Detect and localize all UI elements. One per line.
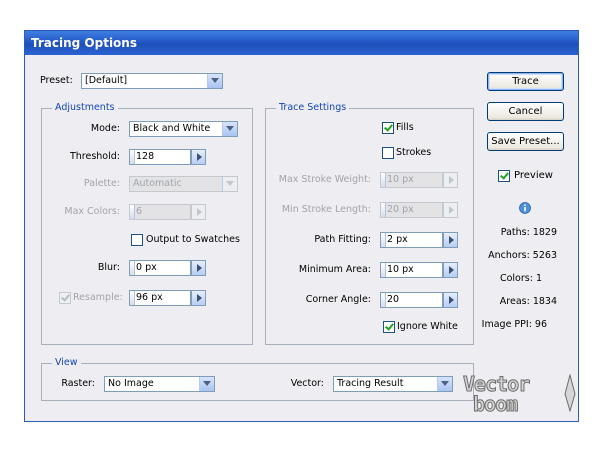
threshold-field[interactable]: 128 xyxy=(129,149,191,165)
max-colors-label: Max Colors: xyxy=(64,206,120,217)
resample-slider-arrow-icon[interactable] xyxy=(191,290,206,306)
watermark-line2: boom xyxy=(472,392,518,417)
minimum-area-label: Minimum Area: xyxy=(298,264,371,275)
stepper-icon[interactable] xyxy=(130,150,135,164)
min-stroke-length-value: 20 px xyxy=(387,204,414,215)
vector-dropdown[interactable]: Tracing Result xyxy=(333,376,453,392)
min-stroke-length-field[interactable]: 20 px xyxy=(380,202,443,218)
preview-checkbox[interactable] xyxy=(498,170,510,182)
stepper-icon[interactable] xyxy=(130,291,135,305)
stepper-icon[interactable] xyxy=(381,293,386,307)
palette-label: Palette: xyxy=(83,178,120,189)
resample-label: Resample: xyxy=(73,292,123,303)
stepper-icon[interactable] xyxy=(130,205,135,219)
areas-stat: Areas: 1834 xyxy=(499,296,557,307)
blur-slider-arrow-icon[interactable] xyxy=(191,260,206,276)
strokes-checkbox[interactable] xyxy=(382,147,394,159)
blur-field[interactable]: 0 px xyxy=(129,260,191,276)
stepper-icon[interactable] xyxy=(130,261,135,275)
vector-value: Tracing Result xyxy=(337,378,404,389)
trace-button[interactable]: Trace xyxy=(487,72,564,91)
raster-dropdown[interactable]: No Image xyxy=(104,376,215,392)
blur-value: 0 px xyxy=(136,262,157,273)
mode-label: Mode: xyxy=(90,123,120,134)
max-stroke-weight-value: 10 px xyxy=(387,174,414,185)
preset-dropdown[interactable]: [Default] xyxy=(81,73,223,89)
view-legend: View xyxy=(52,357,81,369)
minimum-area-field[interactable]: 10 px xyxy=(380,262,443,278)
minimum-area-slider-arrow-icon[interactable] xyxy=(443,262,458,278)
max-stroke-weight-slider-arrow-icon[interactable] xyxy=(443,172,458,188)
path-fitting-value: 2 px xyxy=(387,234,408,245)
info-icon xyxy=(519,202,531,214)
raster-value: No Image xyxy=(108,378,154,389)
chevron-down-icon[interactable] xyxy=(199,377,214,391)
save-preset-button[interactable]: Save Preset... xyxy=(487,132,564,151)
max-stroke-weight-field[interactable]: 10 px xyxy=(380,172,443,188)
adjustments-group: Adjustments xyxy=(41,102,253,345)
mode-dropdown[interactable]: Black and White xyxy=(129,121,238,137)
image-ppi-stat: Image PPI: 96 xyxy=(481,319,547,330)
chevron-down-icon[interactable] xyxy=(207,74,222,88)
strokes-label: Strokes xyxy=(396,147,432,158)
mode-value: Black and White xyxy=(133,123,211,134)
palette-dropdown[interactable]: Automatic xyxy=(129,176,238,192)
dialog-title: Tracing Options xyxy=(25,31,578,55)
raster-label: Raster: xyxy=(61,378,95,389)
ignore-white-checkbox[interactable] xyxy=(383,321,395,333)
path-fitting-field[interactable]: 2 px xyxy=(380,232,443,248)
path-fitting-slider-arrow-icon[interactable] xyxy=(443,232,458,248)
preview-label: Preview xyxy=(514,170,553,181)
trace-settings-group: Trace Settings xyxy=(265,102,474,345)
max-colors-value: 6 xyxy=(136,206,143,217)
vectorboom-watermark: Vector boom xyxy=(462,372,583,418)
trace-settings-legend: Trace Settings xyxy=(276,102,350,114)
output-to-swatches-checkbox[interactable] xyxy=(131,234,143,246)
fills-checkbox[interactable] xyxy=(382,122,394,134)
chevron-down-icon[interactable] xyxy=(437,377,452,391)
resample-checkbox[interactable] xyxy=(59,292,71,304)
stepper-icon[interactable] xyxy=(381,263,386,277)
pen-icon xyxy=(564,374,576,412)
corner-angle-value: 20 xyxy=(387,294,400,305)
blur-label: Blur: xyxy=(97,262,120,273)
preset-label: Preset: xyxy=(40,75,73,86)
preset-value: [Default] xyxy=(85,75,128,86)
colors-stat: Colors: 1 xyxy=(499,273,542,284)
resample-field[interactable]: 96 px xyxy=(129,290,191,306)
adjustments-legend: Adjustments xyxy=(52,102,118,114)
vector-label: Vector: xyxy=(290,378,324,389)
chevron-down-icon[interactable] xyxy=(222,177,237,191)
output-to-swatches-label: Output to Swatches xyxy=(146,234,240,245)
min-stroke-length-slider-arrow-icon[interactable] xyxy=(443,202,458,218)
stepper-icon[interactable] xyxy=(381,203,386,217)
minimum-area-value: 10 px xyxy=(387,264,414,275)
palette-value: Automatic xyxy=(133,178,182,189)
fills-label: Fills xyxy=(396,122,414,133)
cancel-button[interactable]: Cancel xyxy=(487,102,564,121)
min-stroke-length-label: Min Stroke Length: xyxy=(281,204,371,215)
resample-value: 96 px xyxy=(136,292,163,303)
max-colors-field[interactable]: 6 xyxy=(129,204,191,220)
anchors-stat: Anchors: 5263 xyxy=(488,250,557,261)
threshold-value: 128 xyxy=(136,151,155,162)
corner-angle-slider-arrow-icon[interactable] xyxy=(443,292,458,308)
paths-stat: Paths: 1829 xyxy=(500,227,557,238)
max-stroke-weight-label: Max Stroke Weight: xyxy=(278,174,371,185)
max-colors-slider-arrow-icon[interactable] xyxy=(191,204,206,220)
path-fitting-label: Path Fitting: xyxy=(314,234,371,245)
tracing-options-dialog: Tracing Options Preset: [Default] Adjust… xyxy=(24,30,579,422)
ignore-white-label: Ignore White xyxy=(397,321,458,332)
threshold-label: Threshold: xyxy=(69,151,120,162)
stepper-icon[interactable] xyxy=(381,233,386,247)
stepper-icon[interactable] xyxy=(381,173,386,187)
threshold-slider-arrow-icon[interactable] xyxy=(191,149,206,165)
corner-angle-field[interactable]: 20 xyxy=(380,292,443,308)
chevron-down-icon[interactable] xyxy=(222,122,237,136)
corner-angle-label: Corner Angle: xyxy=(305,294,371,305)
